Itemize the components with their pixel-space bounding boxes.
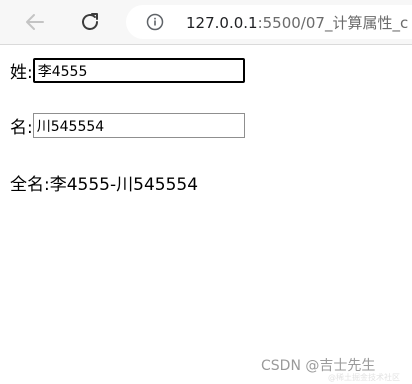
last-name-label: 姓:: [10, 63, 33, 83]
reload-button[interactable]: [76, 8, 104, 36]
last-name-input[interactable]: [32, 58, 245, 83]
browser-toolbar: 127.0.0.1:5500/07_计算属性_c: [0, 0, 412, 45]
url-path: :5500/07_计算属性_c: [257, 14, 409, 32]
first-name-label: 名:: [10, 118, 33, 138]
back-button[interactable]: [21, 8, 49, 36]
address-bar[interactable]: 127.0.0.1:5500/07_计算属性_c: [126, 5, 412, 39]
url-host: 127.0.0.1: [186, 14, 258, 32]
first-name-input[interactable]: [32, 113, 245, 138]
full-name-label: 全名:: [10, 175, 50, 195]
arrow-left-icon: [26, 14, 44, 30]
url-text[interactable]: 127.0.0.1:5500/07_计算属性_c: [186, 12, 408, 33]
reload-icon: [82, 13, 98, 30]
last-name-row: 姓:: [10, 58, 245, 83]
info-icon[interactable]: [146, 13, 164, 31]
first-name-row: 名:: [10, 113, 245, 138]
full-name-value: 李4555-川545554: [49, 175, 199, 195]
full-name-display: 全名:李4555-川545554: [10, 170, 198, 195]
juejin-watermark: @稀土掘金技术社区: [328, 373, 400, 382]
